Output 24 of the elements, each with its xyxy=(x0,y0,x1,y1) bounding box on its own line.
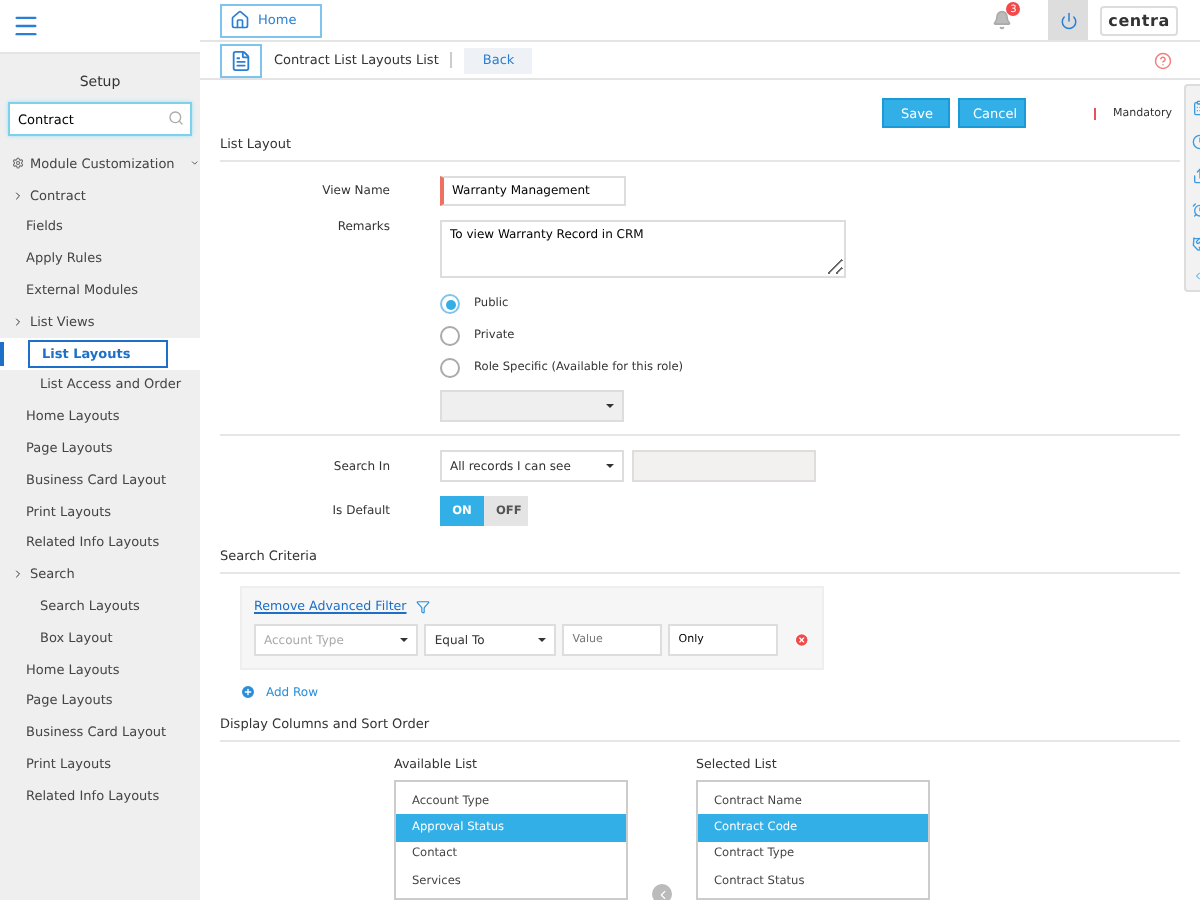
selection-indicator xyxy=(0,341,4,366)
chevron-right-icon[interactable] xyxy=(12,315,24,328)
radio-button[interactable] xyxy=(440,326,460,346)
chevron-right-icon[interactable] xyxy=(12,189,24,202)
remove-icon[interactable] xyxy=(794,632,810,648)
power-button[interactable] xyxy=(1048,0,1089,41)
input-field[interactable] xyxy=(632,450,816,482)
menu-icon[interactable] xyxy=(12,12,40,40)
help-icon[interactable] xyxy=(1154,51,1172,70)
chevron-down-icon[interactable] xyxy=(190,156,200,171)
bell-icon[interactable] xyxy=(992,10,1013,31)
document-icon xyxy=(220,43,262,78)
plus-icon xyxy=(240,684,256,700)
power-icon xyxy=(1059,11,1078,30)
logo: centra xyxy=(1100,5,1178,36)
home-icon xyxy=(230,10,250,31)
gear-icon xyxy=(12,154,25,173)
radio-button[interactable] xyxy=(440,294,460,314)
chevron-right-icon[interactable] xyxy=(12,568,24,581)
move-left-button[interactable] xyxy=(652,884,672,900)
search-icon[interactable] xyxy=(168,110,184,126)
chevron-left-icon xyxy=(655,887,669,900)
filter-icon[interactable] xyxy=(416,600,431,614)
radio-button[interactable] xyxy=(440,358,460,378)
